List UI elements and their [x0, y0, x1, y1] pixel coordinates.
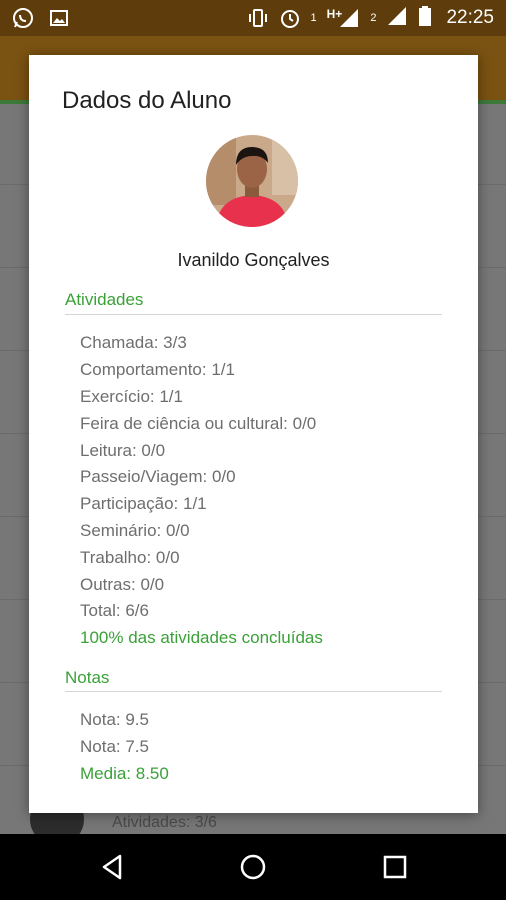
grade-item: Nota: 9.5: [80, 710, 149, 729]
activity-item: Outras: 0/0: [80, 575, 165, 594]
activity-item: Trabalho: 0/0: [80, 548, 180, 567]
sim2-label: 2: [370, 12, 377, 24]
whatsapp-icon: [12, 7, 34, 29]
activity-item: Participação: 1/1: [80, 494, 207, 513]
activity-item: Seminário: 0/0: [80, 521, 190, 540]
home-icon[interactable]: [238, 852, 268, 882]
activity-item: Chamada: 3/3: [80, 333, 187, 352]
activity-total: Total: 6/6: [80, 601, 149, 620]
activities-header: Atividades: [65, 290, 144, 309]
grades-header: Notas: [65, 668, 110, 687]
list-item-subtitle: Atividades: 3/6: [112, 814, 217, 831]
signal-icon: [386, 5, 408, 32]
divider: [65, 314, 442, 315]
dialog-title: Dados do Aluno: [62, 87, 232, 114]
alarm-icon: [279, 7, 301, 29]
average-grade: Media: 8.50: [80, 764, 169, 783]
activities-summary: 100% das atividades concluídas: [80, 628, 323, 647]
status-bar: 1 H+ 2 22:25: [0, 0, 506, 36]
grade-item: Nota: 7.5: [80, 737, 149, 756]
recents-icon[interactable]: [380, 852, 410, 882]
back-icon[interactable]: [98, 852, 128, 882]
sim1-label: 1: [310, 12, 317, 24]
activity-item: Exercício: 1/1: [80, 387, 183, 406]
student-details-dialog: Dados do Aluno Ivanildo Gonçalves Ativid…: [29, 55, 478, 813]
vibrate-icon: [247, 7, 269, 29]
battery-icon: [418, 5, 432, 32]
activity-item: Feira de ciência ou cultural: 0/0: [80, 414, 317, 433]
student-name: Ivanildo Gonçalves: [177, 250, 330, 270]
signal-icon: H+: [327, 7, 361, 29]
activity-item: Comportamento: 1/1: [80, 360, 235, 379]
navigation-bar: [0, 834, 506, 900]
activity-item: Leitura: 0/0: [80, 441, 166, 460]
image-icon: [48, 7, 70, 29]
clock: 22:25: [446, 7, 494, 28]
activity-item: Passeio/Viagem: 0/0: [80, 467, 236, 486]
divider: [65, 691, 442, 692]
student-avatar[interactable]: [206, 135, 298, 227]
